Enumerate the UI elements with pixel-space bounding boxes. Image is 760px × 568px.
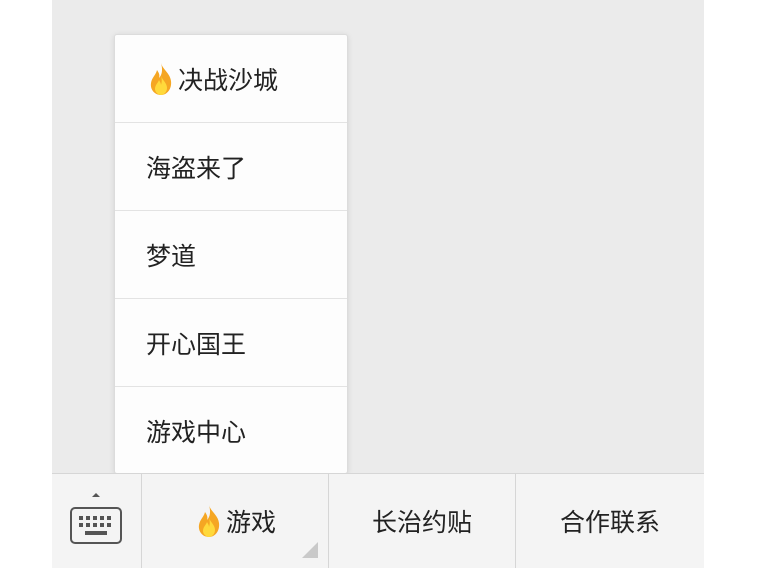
keyboard-toggle-button[interactable]	[52, 474, 142, 568]
fire-icon	[198, 505, 220, 537]
tab-label: 游戏	[225, 508, 276, 537]
menu-item-juezhan-shacheng[interactable]: 决战沙城	[115, 35, 347, 123]
tab-label: 合作联系	[559, 508, 660, 537]
menu-item-label: 海盗来了	[146, 153, 247, 183]
fire-icon	[150, 62, 172, 95]
menu-item-haidao-laile[interactable]: 海盗来了	[115, 123, 347, 211]
menu-item-game-center[interactable]: 游戏中心	[115, 387, 347, 473]
menu-item-label: 梦道	[146, 241, 197, 271]
tab-games[interactable]: 游戏	[142, 474, 329, 568]
bottom-menu-bar: 游戏 长治约贴 合作联系	[52, 473, 704, 568]
menu-item-kaixin-guowang[interactable]: 开心国王	[115, 299, 347, 387]
menu-item-mengdao[interactable]: 梦道	[115, 211, 347, 299]
tab-changzhi-post[interactable]: 长治约贴	[329, 474, 516, 568]
games-submenu: 决战沙城 海盗来了 梦道 开心国王 游戏中心	[114, 34, 348, 474]
tab-label: 长治约贴	[371, 508, 472, 537]
submenu-indicator-icon	[302, 542, 318, 558]
menu-item-label: 游戏中心	[146, 418, 247, 447]
keyboard-icon	[70, 493, 122, 544]
menu-item-label: 开心国王	[146, 329, 247, 359]
tab-cooperation-contact[interactable]: 合作联系	[516, 474, 704, 568]
menu-item-label: 决战沙城	[178, 65, 279, 95]
chat-window: 决战沙城 海盗来了 梦道 开心国王 游戏中心 游戏 长治约贴 合作联系	[52, 0, 704, 568]
